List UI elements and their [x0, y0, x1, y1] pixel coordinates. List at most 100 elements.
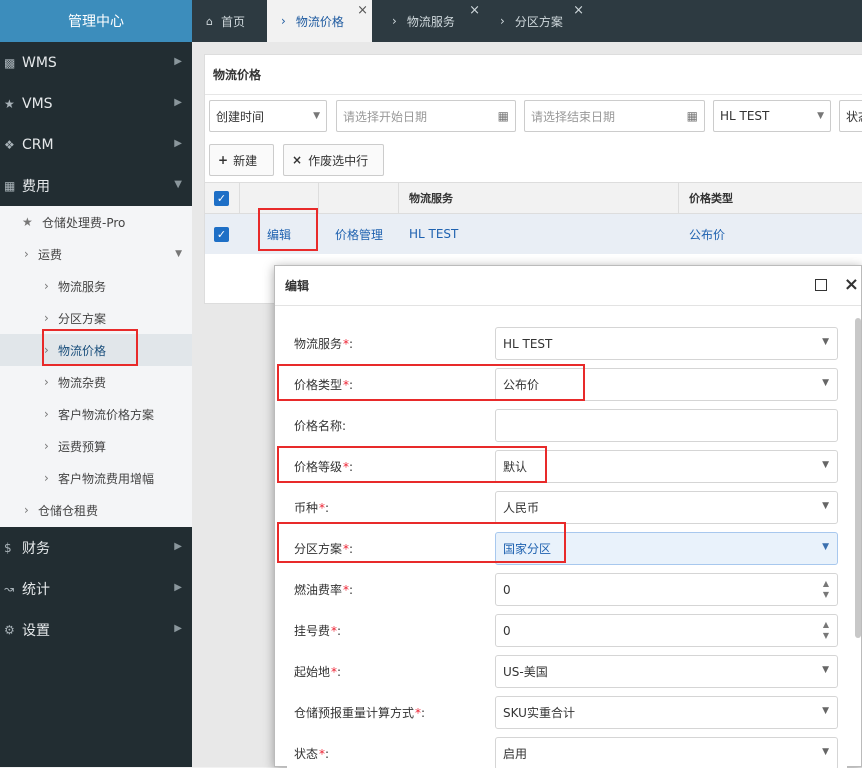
column-divider	[678, 183, 679, 213]
check-icon: ✓	[214, 190, 229, 206]
close-icon[interactable]: ×	[573, 3, 584, 18]
sidebar-item-fee[interactable]: ▦ 费用 ▼	[0, 165, 192, 206]
select-all-checkbox[interactable]: ✓	[214, 183, 229, 213]
new-button[interactable]: + 新建	[209, 144, 274, 176]
calendar-icon: ▦	[686, 109, 698, 123]
price-manage-link[interactable]: 价格管理	[335, 214, 383, 254]
gear-icon: ⚙	[4, 622, 15, 637]
column-divider	[318, 183, 319, 213]
end-date-input[interactable]: 请选择结束日期 ▦	[524, 100, 705, 132]
sidebar-item-freight[interactable]: › 运费 ▼	[0, 238, 192, 270]
row-checkbox[interactable]: ✓	[214, 214, 229, 254]
close-icon[interactable]: ×	[844, 274, 859, 295]
chevron-right-icon: ›	[44, 439, 49, 453]
tab-zone-scheme[interactable]: › 分区方案 ×	[484, 0, 584, 42]
fuel-rate-input[interactable]: 0 ▲ ▼	[495, 573, 838, 606]
chevron-right-icon: ›	[44, 407, 49, 421]
tab-logistics-price[interactable]: › 物流价格 ×	[267, 0, 372, 42]
home-icon: ⌂	[206, 14, 213, 28]
chevron-right-icon: ›	[281, 14, 286, 28]
registration-fee-input[interactable]: 0 ▲ ▼	[495, 614, 838, 647]
select-value: 公布价	[503, 378, 540, 392]
field-row-status: 状态 *: 启用 ▼	[287, 737, 847, 768]
sidebar-item-customer-price-plan[interactable]: › 客户物流价格方案	[0, 398, 192, 430]
service-select[interactable]: HL TEST ▼	[495, 327, 838, 360]
select-value: 创建时间	[216, 109, 265, 124]
chevron-down-icon: ▼	[817, 111, 824, 121]
price-type-select[interactable]: 公布价 ▼	[495, 368, 838, 401]
chevron-right-icon: ›	[392, 14, 397, 28]
status-filter-select[interactable]: 状态	[839, 100, 862, 132]
sidebar-item-logistics-misc[interactable]: › 物流杂费	[0, 366, 192, 398]
placeholder: 请选择结束日期	[531, 109, 616, 124]
sidebar-item-label: 物流服务	[58, 279, 107, 294]
sidebar-item-label: 仓储仓租费	[38, 503, 99, 518]
price-name-input[interactable]	[495, 409, 838, 442]
start-date-input[interactable]: 请选择开始日期 ▦	[336, 100, 516, 132]
dialog-scrollbar[interactable]	[855, 318, 861, 638]
select-value: 启用	[503, 747, 528, 761]
select-value: 默认	[503, 460, 528, 474]
tab-logistics-service[interactable]: › 物流服务 ×	[372, 0, 484, 42]
sidebar-item-customer-fee-increase[interactable]: › 客户物流费用增幅	[0, 462, 192, 494]
column-header-price-type[interactable]: 价格类型	[689, 183, 733, 213]
sidebar-item-crm[interactable]: ❖ CRM ▶	[0, 124, 192, 165]
spinner-icon[interactable]: ▲ ▼	[823, 578, 829, 600]
chevron-right-icon: ›	[44, 343, 49, 357]
field-label: 仓储预报重量计算方式 *:	[294, 705, 426, 721]
sidebar-item-zone-scheme[interactable]: › 分区方案	[0, 302, 192, 334]
sidebar-item-settings[interactable]: ⚙ 设置 ▶	[0, 609, 192, 650]
origin-select[interactable]: US-美国 ▼	[495, 655, 838, 688]
select-value: 状态	[846, 109, 862, 124]
status-select[interactable]: 启用 ▼	[495, 737, 838, 768]
chevron-right-icon: ›	[24, 503, 29, 517]
maximize-icon[interactable]	[815, 279, 827, 291]
table-row[interactable]: ✓ 编辑 价格管理 HL TEST 公布价	[205, 214, 862, 254]
zone-scheme-select[interactable]: 国家分区 ▼	[495, 532, 838, 565]
column-header-service[interactable]: 物流服务	[409, 183, 453, 213]
sidebar-item-freight-budget[interactable]: › 运费预算	[0, 430, 192, 462]
close-icon[interactable]: ×	[357, 3, 368, 18]
close-icon[interactable]: ×	[469, 3, 480, 18]
weight-method-select[interactable]: SKU实重合计 ▼	[495, 696, 838, 729]
chevron-down-icon: ▼	[822, 378, 829, 388]
dollar-icon: $	[4, 540, 12, 555]
sidebar-item-label: 分区方案	[58, 311, 107, 326]
input-value: 0	[503, 623, 511, 638]
plus-icon: +	[218, 153, 229, 167]
bank-icon: ▩	[4, 55, 16, 70]
sidebar-item-vms[interactable]: ★ VMS ▶	[0, 83, 192, 124]
currency-select[interactable]: 人民币 ▼	[495, 491, 838, 524]
chevron-right-icon: ›	[44, 279, 49, 293]
chart-icon: ↝	[4, 581, 15, 596]
table-icon: ▦	[4, 178, 16, 193]
sidebar-item-logistics-service[interactable]: › 物流服务	[0, 270, 192, 302]
select-value: HL TEST	[720, 109, 770, 123]
sidebar-item-storage-rent[interactable]: › 仓储仓租费	[0, 494, 192, 526]
sidebar-item-stats[interactable]: ↝ 统计 ▶	[0, 568, 192, 609]
grid-header: ✓ 物流服务 价格类型	[205, 182, 862, 214]
calendar-icon: ▦	[497, 109, 509, 123]
chevron-right-icon: ▶	[174, 56, 182, 67]
spinner-icon[interactable]: ▲ ▼	[823, 619, 829, 641]
sidebar-item-label: WMS	[22, 54, 57, 71]
void-selected-button[interactable]: × 作废选中行	[283, 144, 384, 176]
time-field-select[interactable]: 创建时间 ▼	[209, 100, 327, 132]
chevron-right-icon: ▶	[174, 138, 182, 149]
field-label: 价格等级 *:	[294, 459, 354, 475]
chevron-right-icon: ›	[44, 471, 49, 485]
sidebar-item-label: 客户物流价格方案	[58, 407, 155, 422]
sidebar-item-warehouse-fee[interactable]: ★ 仓储处理费-Pro	[0, 206, 192, 238]
field-row-price-name: 价格名称:	[287, 409, 847, 450]
tab-home[interactable]: ⌂ 首页	[192, 0, 267, 42]
service-filter-select[interactable]: HL TEST ▼	[713, 100, 831, 132]
sidebar-item-wms[interactable]: ▩ WMS ▶	[0, 42, 192, 83]
select-value: 人民币	[503, 501, 540, 515]
price-level-select[interactable]: 默认 ▼	[495, 450, 838, 483]
edit-link[interactable]: 编辑	[267, 214, 291, 254]
sidebar-item-logistics-price[interactable]: › 物流价格	[0, 334, 192, 366]
field-label: 币种 *:	[294, 500, 330, 516]
sidebar-item-finance[interactable]: $ 财务 ▶	[0, 527, 192, 568]
sidebar-item-label: 客户物流费用增幅	[58, 471, 155, 486]
field-row-service: 物流服务 *: HL TEST ▼	[287, 327, 847, 368]
